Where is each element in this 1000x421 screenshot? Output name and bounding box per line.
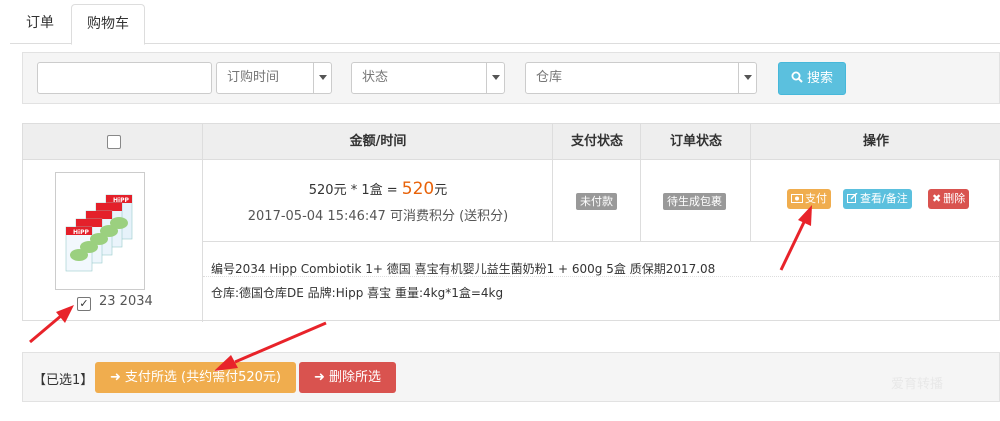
arrow-to-row-checkbox — [29, 305, 74, 344]
arrow-to-pay-button — [779, 205, 812, 271]
arrow-to-pay-selected — [214, 321, 327, 371]
annotation-arrows — [29, 205, 812, 371]
